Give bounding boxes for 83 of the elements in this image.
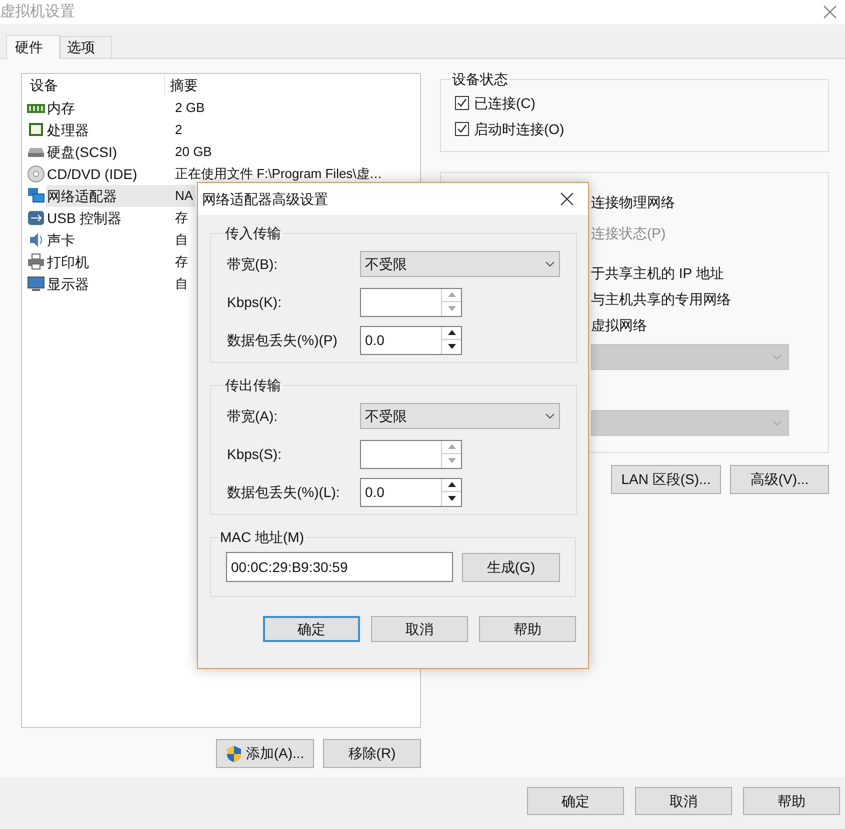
dialog-title: 网络适配器高级设置 [202, 190, 328, 208]
chevron-icon [545, 261, 555, 267]
window-title: 虚拟机设置 [0, 2, 75, 22]
group-title: MAC 地址(M) [220, 529, 304, 545]
down-arrow-icon [448, 306, 456, 310]
chevron-icon [772, 354, 782, 360]
group-title: 传入传输 [225, 225, 281, 241]
button[interactable]: 帮助 [479, 616, 576, 642]
dropdown[interactable]: 不受限 [360, 251, 560, 277]
tab[interactable]: 选项 [60, 36, 112, 58]
device-name[interactable]: CD/DVD (IDE) [46, 163, 170, 185]
printer-icon [27, 253, 45, 271]
shield-icon [226, 744, 242, 762]
down-arrow-icon [448, 344, 456, 348]
button[interactable]: 取消 [635, 787, 732, 815]
network-icon [27, 187, 45, 205]
device-summary: 2 GB [175, 100, 205, 116]
button[interactable]: 移除(R) [323, 739, 421, 768]
chip-icon [27, 121, 45, 139]
close-icon [560, 192, 574, 206]
button[interactable]: 帮助 [743, 787, 840, 815]
device-name[interactable]: 硬盘(SCSI) [46, 141, 170, 163]
device-summary: NA [175, 187, 194, 206]
radio-label[interactable]: 连接物理网络 [591, 192, 675, 212]
monitor-icon [27, 275, 45, 293]
radio-label[interactable]: 与主机共享的专用网络 [591, 288, 731, 310]
spin-box[interactable]: 0.0 [360, 478, 462, 506]
field-label: 数据包丢失(%)(P) [227, 332, 338, 348]
column-header: 摘要 [170, 77, 198, 93]
device-summary: 自 [175, 276, 188, 292]
group-title: 设备状态 [452, 71, 508, 87]
field-value: 0.0 [365, 482, 384, 502]
field-label: 数据包丢失(%)(L): [227, 484, 340, 500]
input-field[interactable]: 00:0C:29:B9:30:59 [226, 552, 453, 582]
checkbox[interactable] [455, 122, 469, 136]
button[interactable]: 添加(A)... [216, 739, 314, 768]
field-label: 带宽(A): [227, 408, 278, 424]
group-title: 传出传输 [225, 377, 281, 393]
checkbox-label[interactable]: 启动时连接(O) [474, 118, 564, 140]
device-summary: 正在使用文件 F:\Program Files\虚… [175, 166, 382, 182]
down-arrow-icon [448, 496, 456, 500]
tab[interactable]: 硬件 [6, 35, 60, 59]
device-name[interactable]: 处理器 [46, 119, 170, 141]
device-name[interactable]: 内存 [46, 97, 170, 119]
close-icon [823, 5, 837, 19]
device-name[interactable]: USB 控制器 [46, 207, 170, 229]
radio-label[interactable]: 于共享主机的 IP 地址 [591, 262, 724, 284]
column-header: 设备 [30, 77, 58, 93]
button[interactable]: 高级(V)... [730, 465, 829, 494]
button[interactable]: 确定 [527, 787, 624, 815]
speaker-icon [27, 231, 45, 249]
checkbox[interactable] [455, 96, 469, 110]
device-summary: 存 [175, 254, 188, 270]
device-name[interactable]: 显示器 [46, 273, 170, 295]
up-arrow-icon [448, 330, 456, 335]
checkbox-label[interactable]: 已连接(C) [474, 92, 536, 114]
device-summary: 2 [175, 122, 182, 138]
up-arrow-icon [448, 482, 456, 487]
up-arrow-icon [448, 444, 456, 449]
field-label: Kbps(K): [227, 294, 282, 310]
device-name[interactable]: 声卡 [46, 229, 170, 251]
spin-box[interactable]: 0.0 [360, 326, 462, 354]
field-label: 带宽(B): [227, 256, 278, 272]
device-summary: 存 [175, 210, 188, 226]
button[interactable]: 确定 [263, 616, 360, 642]
disc-icon [27, 165, 45, 183]
field-label: Kbps(S): [227, 446, 282, 462]
radio-label[interactable]: 虚拟网络 [591, 314, 647, 336]
usb-icon [27, 209, 45, 227]
button[interactable]: LAN 区段(S)... [611, 465, 721, 494]
device-summary: 20 GB [175, 144, 212, 160]
button[interactable]: 取消 [371, 616, 468, 642]
device-name[interactable]: 网络适配器 [46, 185, 170, 207]
chevron-icon [772, 420, 782, 426]
down-arrow-icon [448, 458, 456, 462]
device-summary: 自 [175, 232, 188, 248]
dropdown[interactable]: 不受限 [360, 403, 560, 429]
memory-icon [27, 104, 45, 112]
device-name[interactable]: 打印机 [46, 251, 170, 273]
button[interactable]: 生成(G) [462, 552, 560, 582]
chevron-icon [545, 413, 555, 419]
up-arrow-icon [448, 292, 456, 297]
field-value: 0.0 [365, 330, 384, 350]
